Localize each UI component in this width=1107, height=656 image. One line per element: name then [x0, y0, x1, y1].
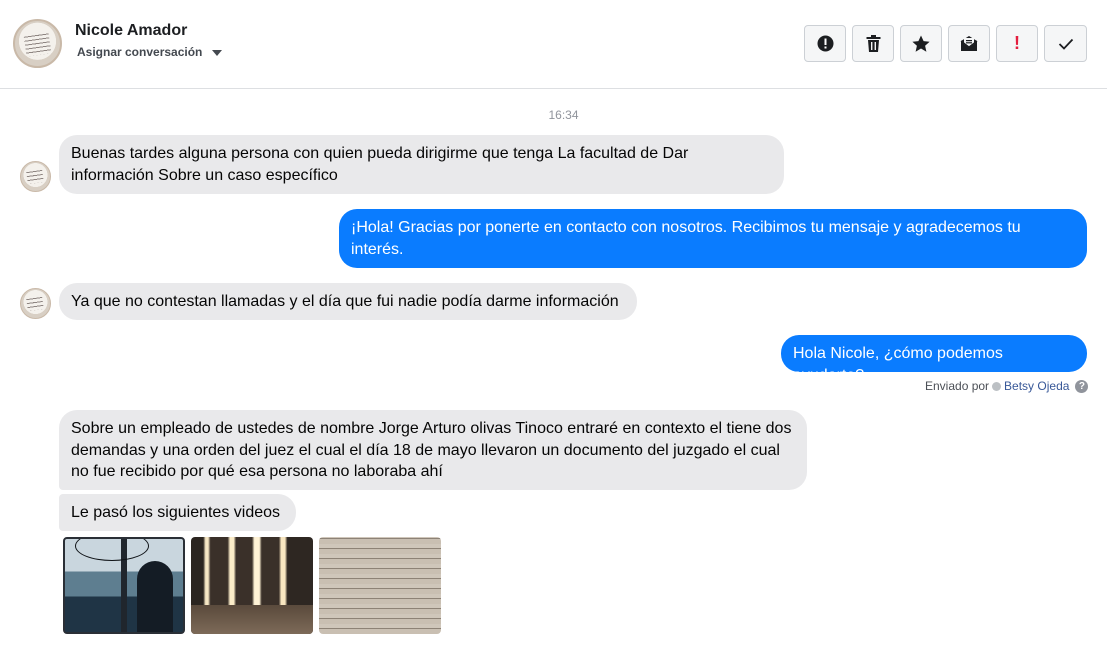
contact-name[interactable]: Nicole Amador [75, 22, 187, 40]
star-button[interactable] [900, 25, 942, 62]
incoming-message[interactable]: Le pasó los siguientes videos [59, 494, 296, 531]
mark-done-button[interactable] [1044, 25, 1087, 62]
assign-conversation-label: Asignar conversación [77, 45, 203, 59]
sender-avatar[interactable] [20, 288, 51, 319]
assign-conversation-dropdown[interactable]: Asignar conversación [77, 45, 223, 59]
incoming-message[interactable]: Buenas tardes alguna persona con quien p… [59, 135, 784, 194]
circle-annotation [75, 539, 149, 561]
follow-up-button[interactable]: ! [996, 25, 1038, 62]
incoming-message[interactable]: Ya que no contestan llamadas y el día qu… [59, 283, 637, 320]
outgoing-message[interactable]: ¡Hola! Gracias por ponerte en contacto c… [339, 209, 1087, 268]
caret-down-icon [212, 50, 223, 56]
video-thumbnail[interactable] [63, 537, 185, 634]
check-icon [1058, 38, 1073, 50]
delete-button[interactable] [852, 25, 894, 62]
message-thread[interactable]: 16:34 Buenas tardes alguna persona con q… [0, 89, 1107, 634]
video-thumbnail[interactable] [191, 537, 313, 634]
header-actions: ! [804, 25, 1087, 62]
incoming-message[interactable]: Sobre un empleado de ustedes de nombre J… [59, 410, 807, 490]
exclamation-icon: ! [1014, 33, 1020, 53]
help-icon[interactable]: ? [1075, 379, 1089, 393]
agent-status-icon [992, 381, 1002, 391]
sent-by-label: Enviado por [925, 379, 990, 393]
document-photo-thumbnail[interactable] [319, 537, 441, 634]
person-silhouette [137, 561, 173, 632]
trash-icon [866, 35, 880, 52]
sent-by-line: Enviado por Betsy Ojeda ? [925, 379, 1089, 393]
agent-name-link[interactable]: Betsy Ojeda [1004, 379, 1069, 393]
timestamp: 16:34 [548, 108, 579, 122]
sender-avatar[interactable] [20, 161, 51, 192]
contact-avatar[interactable] [13, 19, 62, 68]
alert-circle-icon [817, 35, 833, 52]
conversation-header: Nicole Amador Asignar conversación ! [0, 0, 1107, 89]
mail-open-icon [960, 36, 978, 51]
floor-area [191, 604, 313, 634]
mark-unread-button[interactable] [948, 25, 990, 62]
mark-spam-button[interactable] [804, 25, 846, 62]
outgoing-message[interactable]: Hola Nicole, ¿cómo podemos ayudarte? [781, 335, 1087, 384]
star-icon [912, 35, 930, 52]
